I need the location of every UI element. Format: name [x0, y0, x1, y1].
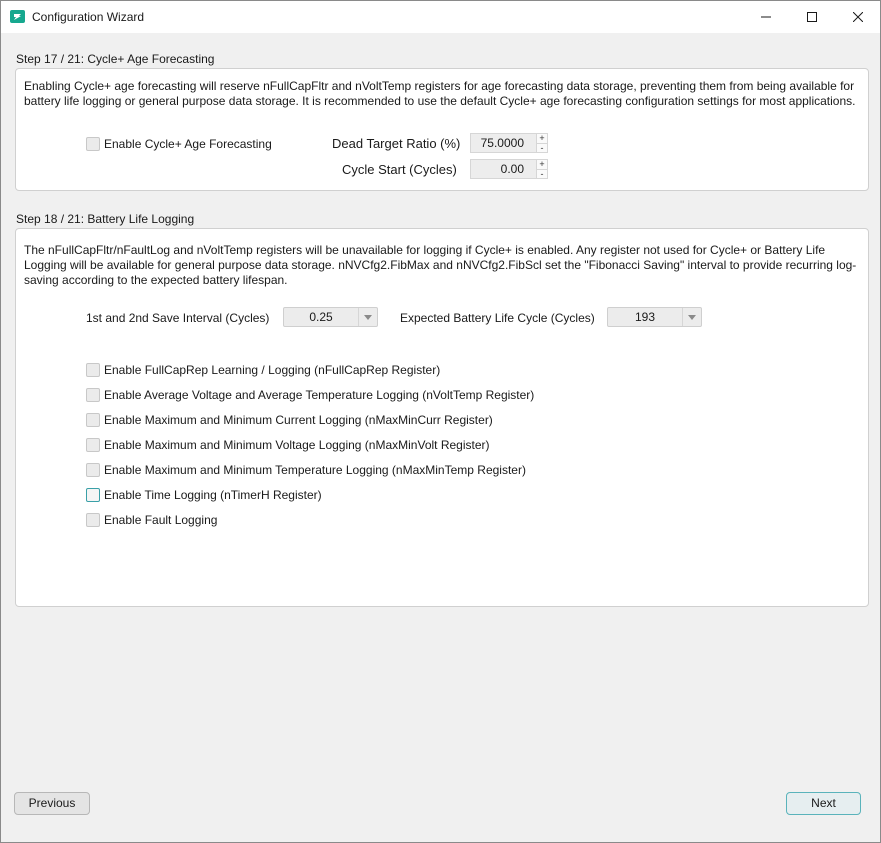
logging-option-row[interactable]: Enable Average Voltage and Average Tempe…: [86, 387, 534, 403]
enable-age-forecasting-label: Enable Cycle+ Age Forecasting: [104, 137, 272, 151]
title-bar[interactable]: Configuration Wizard: [1, 1, 880, 33]
dead-target-ratio-increment[interactable]: +: [537, 134, 547, 143]
step18-header: Step 18 / 21: Battery Life Logging: [16, 212, 195, 226]
cycle-start-increment[interactable]: +: [537, 160, 547, 169]
next-button[interactable]: Next: [786, 792, 861, 815]
enable-age-forecasting-row[interactable]: Enable Cycle+ Age Forecasting: [86, 136, 272, 152]
logging-option-label: Enable Maximum and Minimum Voltage Loggi…: [104, 438, 490, 452]
logging-option-row[interactable]: Enable Time Logging (nTimerH Register): [86, 487, 322, 503]
logging-option-checkbox[interactable]: [86, 513, 100, 527]
logging-option-checkbox[interactable]: [86, 488, 100, 502]
logging-option-label: Enable Fault Logging: [104, 513, 218, 527]
logging-option-row[interactable]: Enable Maximum and Minimum Voltage Loggi…: [86, 437, 490, 453]
step17-header: Step 17 / 21: Cycle+ Age Forecasting: [16, 52, 215, 66]
logging-option-checkbox[interactable]: [86, 463, 100, 477]
logging-option-row[interactable]: Enable Maximum and Minimum Temperature L…: [86, 462, 526, 478]
logging-option-row[interactable]: Enable Fault Logging: [86, 512, 217, 528]
logging-option-row[interactable]: Enable Maximum and Minimum Current Loggi…: [86, 412, 493, 428]
save-interval-label: 1st and 2nd Save Interval (Cycles): [86, 311, 270, 325]
logging-option-checkbox[interactable]: [86, 363, 100, 377]
maximize-button[interactable]: [789, 1, 835, 33]
dead-target-ratio-spinner[interactable]: 75.0000 + -: [470, 133, 548, 153]
chevron-down-icon[interactable]: [358, 308, 377, 326]
close-icon: [853, 12, 863, 22]
cycle-start-decrement[interactable]: -: [537, 169, 547, 179]
logging-option-label: Enable Time Logging (nTimerH Register): [104, 488, 322, 502]
minimize-icon: [761, 16, 771, 18]
dead-target-ratio-value[interactable]: 75.0000: [471, 134, 536, 152]
logging-option-checkbox[interactable]: [86, 388, 100, 402]
maximize-icon: [807, 12, 817, 22]
minimize-button[interactable]: [743, 1, 789, 33]
dead-target-ratio-label: Dead Target Ratio (%): [332, 136, 461, 151]
logging-option-label: Enable Maximum and Minimum Current Loggi…: [104, 413, 493, 427]
logging-option-label: Enable FullCapRep Learning / Logging (nF…: [104, 363, 441, 377]
life-cycle-combobox[interactable]: 193: [607, 307, 702, 327]
life-cycle-label: Expected Battery Life Cycle (Cycles): [400, 311, 595, 325]
logging-option-label: Enable Maximum and Minimum Temperature L…: [104, 463, 526, 477]
life-cycle-value: 193: [634, 310, 656, 324]
cycle-start-label: Cycle Start (Cycles): [342, 162, 457, 177]
configuration-wizard-window: Configuration Wizard Step 17 / 21: Cycle…: [0, 0, 881, 843]
save-interval-combobox[interactable]: 0.25: [283, 307, 378, 327]
cycle-start-spinner[interactable]: 0.00 + -: [470, 159, 548, 179]
save-interval-value: 0.25: [309, 310, 333, 324]
step18-panel: The nFullCapFltr/nFaultLog and nVoltTemp…: [15, 228, 869, 607]
logging-option-checkbox[interactable]: [86, 413, 100, 427]
previous-button[interactable]: Previous: [14, 792, 90, 815]
logging-option-row[interactable]: Enable FullCapRep Learning / Logging (nF…: [86, 362, 440, 378]
cycle-start-value[interactable]: 0.00: [471, 160, 536, 178]
close-button[interactable]: [835, 1, 881, 33]
step18-description: The nFullCapFltr/nFaultLog and nVoltTemp…: [24, 243, 857, 287]
logging-option-label: Enable Average Voltage and Average Tempe…: [104, 388, 535, 402]
app-icon: [10, 10, 25, 23]
step17-description: Enabling Cycle+ age forecasting will res…: [24, 79, 856, 108]
step17-panel: Enabling Cycle+ age forecasting will res…: [15, 68, 869, 191]
logging-option-checkbox[interactable]: [86, 438, 100, 452]
enable-age-forecasting-checkbox[interactable]: [86, 137, 100, 151]
window-title: Configuration Wizard: [32, 10, 145, 24]
dead-target-ratio-decrement[interactable]: -: [537, 143, 547, 153]
chevron-down-icon[interactable]: [682, 308, 701, 326]
